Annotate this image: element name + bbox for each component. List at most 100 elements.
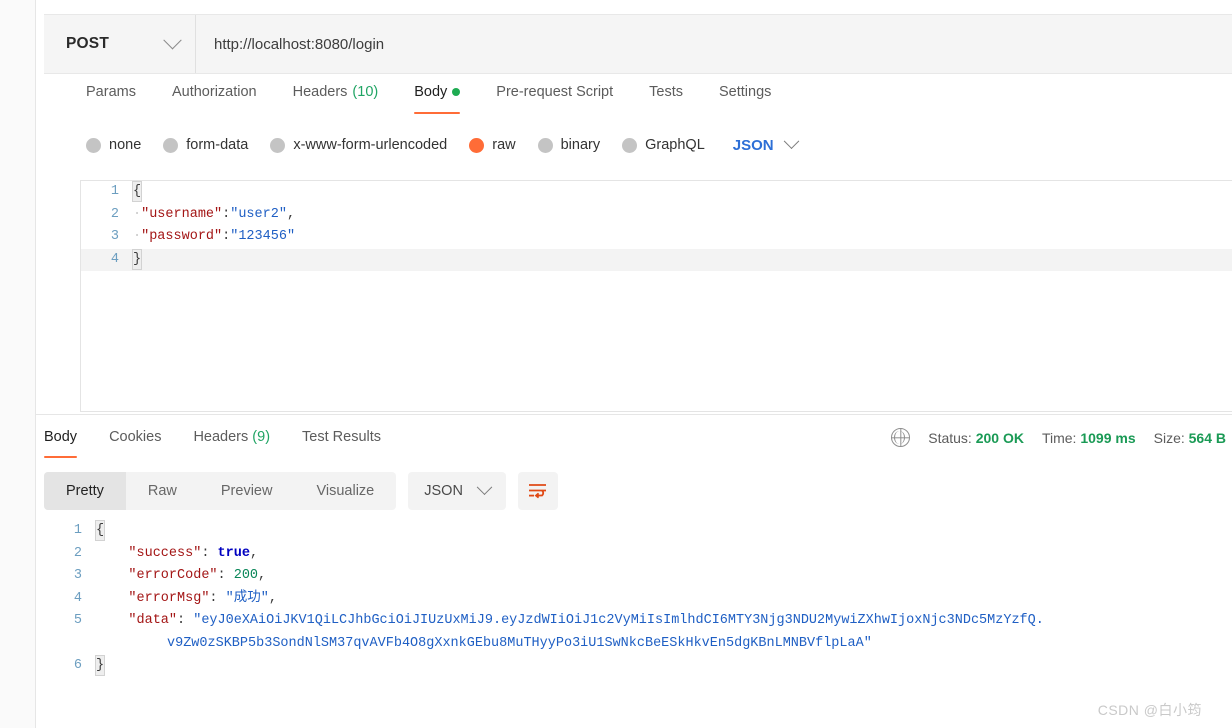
size-label: Size: — [1153, 429, 1185, 446]
response-tab-cookies[interactable]: Cookies — [93, 427, 177, 458]
http-method-label: POST — [66, 35, 110, 52]
tab-tests[interactable]: Tests — [631, 82, 701, 114]
json-key: "data" — [128, 613, 178, 628]
line-number: 4 — [73, 590, 82, 606]
response-meta: Status: 200 OK Time: 1099 ms Size: 564 B — [891, 428, 1226, 447]
request-format-select[interactable]: JSON — [732, 132, 799, 154]
body-type-binary[interactable]: binary — [537, 137, 601, 153]
radio-icon-urlencoded — [270, 137, 286, 153]
size-value: 564 B — [1188, 429, 1226, 446]
response-code-line: 6 } — [44, 655, 1232, 678]
json-key: "errorCode" — [128, 568, 218, 583]
time-value: 1099 ms — [1080, 429, 1136, 446]
request-tabs: Params Authorization Headers (10) Body P… — [80, 82, 789, 118]
request-body-editor[interactable]: 1 { 2 ·"username":"user2", 3 ·"password"… — [80, 180, 1232, 412]
csdn-watermark: CSDN @白小筠 — [1097, 702, 1202, 718]
tab-params[interactable]: Params — [80, 82, 154, 114]
view-mode-visualize-label: Visualize — [316, 483, 375, 499]
request-code-line-active: 4 } — [81, 248, 1232, 271]
tab-pre-request-script[interactable]: Pre-request Script — [478, 82, 631, 114]
fold-marker[interactable]: } — [95, 655, 105, 676]
response-tab-cookies-label: Cookies — [109, 429, 162, 445]
view-mode-visualize[interactable]: Visualize — [294, 472, 396, 510]
response-tab-body[interactable]: Body — [44, 427, 93, 458]
json-comma: , — [258, 568, 267, 583]
status-badge: 200 OK — [975, 429, 1024, 446]
wrap-text-button[interactable] — [517, 472, 558, 510]
tab-authorization[interactable]: Authorization — [154, 82, 275, 114]
response-tabs: Body Cookies Headers (9) Test Results — [44, 427, 397, 458]
json-value-token-part1: "eyJ0eXAiOiJKV1QiLCJhbGciOiJIUzUxMiJ9.ey… — [193, 613, 1044, 628]
globe-icon — [891, 428, 911, 447]
radio-icon-raw — [469, 137, 485, 153]
tab-params-label: Params — [86, 84, 136, 100]
json-key: "success" — [128, 545, 202, 561]
radio-icon-binary — [537, 137, 553, 153]
body-type-urlencoded-label: x-www-form-urlencoded — [293, 137, 448, 153]
body-type-raw-label: raw — [492, 137, 516, 153]
fold-marker[interactable]: { — [95, 520, 105, 541]
url-bar: POST http://localhost:8080/login — [44, 14, 1232, 74]
request-code-line: 1 { — [81, 181, 1232, 204]
tab-headers[interactable]: Headers (10) — [275, 82, 397, 114]
body-type-none-label: none — [109, 137, 142, 153]
body-type-urlencoded[interactable]: x-www-form-urlencoded — [270, 137, 447, 153]
view-mode-preview[interactable]: Preview — [199, 472, 295, 510]
fold-marker[interactable]: } — [132, 248, 142, 270]
json-value: "123456" — [230, 229, 296, 244]
response-tab-test-results-label: Test Results — [302, 429, 382, 445]
json-comma: , — [249, 545, 259, 561]
response-tab-test-results[interactable]: Test Results — [286, 427, 397, 458]
tab-body[interactable]: Body — [396, 82, 478, 114]
response-divider — [36, 414, 1232, 415]
tab-pre-request-script-label: Pre-request Script — [496, 84, 614, 100]
radio-icon-form-data — [163, 137, 179, 153]
time-group: Time: 1099 ms — [1042, 430, 1136, 446]
response-format-select[interactable]: JSON — [408, 472, 506, 510]
tab-authorization-label: Authorization — [171, 84, 257, 100]
status-label: Status: — [928, 429, 972, 446]
json-key: "username" — [141, 206, 223, 222]
response-tab-headers[interactable]: Headers (9) — [177, 427, 286, 458]
tab-headers-count: (10) — [352, 84, 379, 100]
response-code-line: 1 { — [44, 520, 1232, 543]
fold-marker[interactable]: { — [132, 181, 142, 202]
request-format-label: JSON — [732, 136, 774, 154]
status-group: Status: 200 OK — [928, 430, 1024, 446]
body-modified-dot-icon — [452, 88, 461, 96]
response-code-line-wrapped: 5 "data": "eyJ0eXAiOiJKV1QiLCJhbGciOiJIU… — [44, 610, 1232, 655]
json-comma: , — [268, 590, 277, 606]
line-number: 5 — [73, 613, 82, 628]
body-type-graphql-label: GraphQL — [645, 137, 705, 153]
chevron-down-icon — [476, 478, 493, 495]
tab-headers-label: Headers — [292, 84, 348, 100]
body-type-form-data[interactable]: form-data — [163, 137, 248, 153]
body-type-graphql[interactable]: GraphQL — [622, 137, 705, 153]
tab-settings[interactable]: Settings — [701, 82, 789, 114]
json-key: "password" — [141, 229, 223, 244]
chevron-down-icon — [783, 132, 799, 149]
response-view-modes: Pretty Raw Preview Visualize — [44, 472, 397, 510]
body-type-binary-label: binary — [560, 137, 601, 153]
view-mode-pretty-label: Pretty — [66, 483, 104, 499]
url-input[interactable]: http://localhost:8080/login — [196, 15, 1232, 73]
view-mode-pretty[interactable]: Pretty — [44, 472, 126, 510]
radio-icon-graphql — [622, 137, 638, 153]
json-value: "成功" — [225, 590, 269, 606]
body-type-none[interactable]: none — [86, 137, 141, 153]
url-text: http://localhost:8080/login — [214, 35, 385, 53]
response-body-viewer[interactable]: 1 { 2 "success": true, 3 "errorCode": 20… — [44, 520, 1232, 690]
chevron-down-icon — [163, 30, 182, 49]
json-comma: , — [286, 206, 296, 222]
line-number: 3 — [110, 229, 119, 244]
response-tab-body-label: Body — [44, 429, 78, 445]
json-value-token-part2: v9Zw0zSKBP5b3SondNlSM37qvAVFb4O8gXxnkGEb… — [167, 635, 872, 651]
time-label: Time: — [1041, 429, 1077, 446]
response-tab-headers-label: Headers — [193, 429, 249, 445]
body-type-raw[interactable]: raw — [469, 137, 516, 153]
json-value: 200 — [233, 568, 259, 583]
json-value: true — [217, 545, 250, 561]
http-method-select[interactable]: POST — [44, 15, 196, 73]
view-mode-raw[interactable]: Raw — [126, 472, 199, 510]
line-number: 2 — [73, 545, 82, 561]
